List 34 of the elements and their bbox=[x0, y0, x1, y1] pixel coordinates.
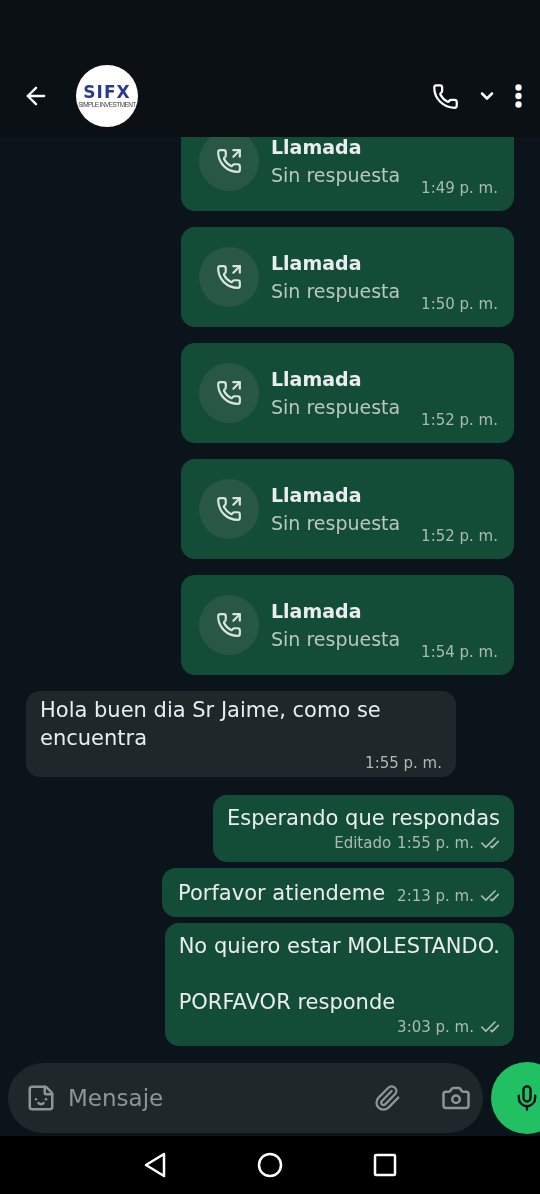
call-title: Llamada bbox=[271, 252, 363, 274]
message-text: Hola buen dia Sr Jaime, como se encuentra bbox=[40, 697, 382, 752]
menu-icon bbox=[515, 84, 522, 108]
message-time: 1:52 p. m. bbox=[421, 527, 498, 545]
message-time: 1:55 p. m. bbox=[397, 834, 474, 852]
sticker-icon[interactable] bbox=[26, 1083, 56, 1113]
message-time: 3:03 p. m. bbox=[397, 1018, 474, 1036]
call-status: Sin respuesta bbox=[271, 512, 402, 534]
attach-icon[interactable] bbox=[373, 1084, 401, 1112]
message-time: 1:55 p. m. bbox=[365, 754, 442, 772]
message-text: Porfavor atiendeme bbox=[178, 880, 386, 907]
call-status: Sin respuesta bbox=[271, 396, 402, 418]
call-title: Llamada bbox=[271, 137, 363, 158]
back-nav-icon[interactable] bbox=[143, 1152, 167, 1178]
message-composer-field[interactable]: Mensaje bbox=[8, 1063, 483, 1133]
call-status: Sin respuesta bbox=[271, 628, 402, 650]
call-title: Llamada bbox=[271, 600, 363, 622]
call-title: Llamada bbox=[271, 484, 363, 506]
outgoing-call-icon bbox=[199, 137, 259, 191]
call-title: Llamada bbox=[271, 368, 363, 390]
avatar-logo-text: SIFX bbox=[83, 83, 131, 101]
message-time: 2:13 p. m. bbox=[397, 887, 474, 905]
message-time: 1:54 p. m. bbox=[421, 643, 498, 661]
call-status: Sin respuesta bbox=[271, 164, 402, 186]
home-nav-icon[interactable] bbox=[257, 1152, 283, 1178]
message-time: 1:50 p. m. bbox=[421, 295, 498, 313]
recents-nav-icon[interactable] bbox=[373, 1153, 397, 1177]
message-text: No quiero estar MOLESTANDO. PORFAVOR responde bbox=[178, 933, 500, 1016]
message-time: 1:49 p. m. bbox=[421, 179, 498, 197]
edited-label: Editado bbox=[334, 834, 392, 852]
message-time: 1:52 p. m. bbox=[421, 411, 498, 429]
phone-icon bbox=[432, 82, 459, 110]
call-status: Sin respuesta bbox=[271, 280, 402, 302]
message-text: Esperando que respondas bbox=[226, 805, 500, 832]
